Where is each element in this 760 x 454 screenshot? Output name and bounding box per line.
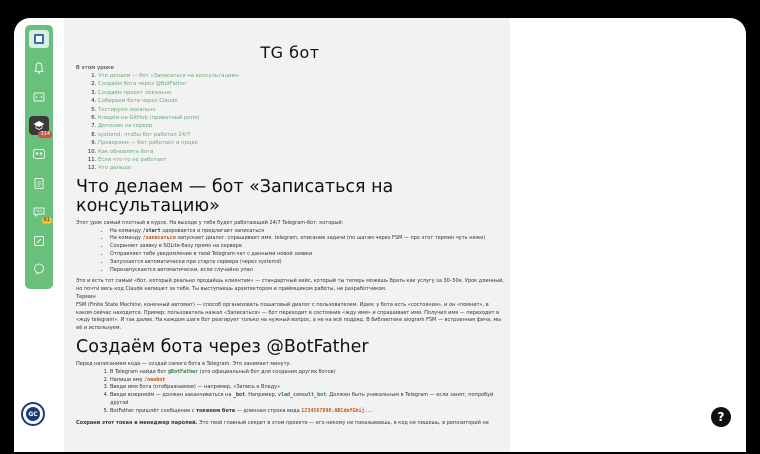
help-button[interactable]: ? — [711, 407, 731, 427]
botfather-steps: В Telegram найди бот @BotFather (это офи… — [76, 369, 504, 416]
username-code: vlad_consult_bot — [277, 392, 327, 399]
toc-heading: В этом уроке — [76, 65, 114, 71]
toc-item[interactable]: Если что-то не работает — [98, 156, 504, 164]
toc-item[interactable]: Как обновлять бота — [98, 148, 504, 156]
rail-tasks-button[interactable] — [29, 174, 49, 192]
toc-item[interactable]: Что дальше — [98, 164, 504, 172]
section-heading-botfather: Создаём бота через @BotFather — [76, 337, 369, 358]
warning-bold: Сохрани этот токен в менеджер паролей. — [76, 419, 198, 426]
token-code: 1234567890:ABCdefGhij... — [301, 407, 374, 414]
token-bold: токеном бота — [196, 407, 236, 414]
book-icon — [34, 34, 44, 45]
bell-icon — [34, 62, 44, 74]
list-item: На команду /start здоровается и предлага… — [110, 228, 504, 236]
section2-intro: Перед написанием кода — создай самого бо… — [76, 361, 292, 368]
username-code: @BotFather — [168, 368, 199, 375]
app-window: 314 61 TG бот В этом уроке Что делаем — … — [14, 18, 746, 452]
speech-bubble-icon — [34, 263, 44, 276]
list-item: BotFather пришлёт сообщение с токеном бо… — [110, 408, 504, 416]
clipboard-icon — [34, 178, 44, 190]
rail-courses-button[interactable]: 314 — [29, 116, 52, 138]
pencil-doc-icon — [34, 235, 44, 246]
list-item: Перезапускается автоматически, если случ… — [110, 267, 504, 275]
toc-item[interactable]: Проверяем — бот работает в проде — [98, 139, 504, 147]
toc-item[interactable]: Создаём бота через @BotFather — [98, 80, 504, 88]
rail-edit-button[interactable] — [29, 231, 49, 249]
rail-code-button[interactable] — [29, 88, 49, 106]
toc-item[interactable]: Создаём проект локально — [98, 89, 504, 97]
code-window-icon — [33, 92, 45, 102]
list-item: На команду /записаться запускает диалог:… — [110, 235, 504, 243]
lesson-content: TG бот В этом уроке Что делаем — бот «За… — [76, 18, 504, 427]
logo-mark: GC — [26, 407, 40, 421]
toc-item[interactable]: systemd: чтобы бот работал 24/7 — [98, 131, 504, 139]
section1-para3: FSM (Finite State Machine, конечный авто… — [76, 301, 502, 332]
list-item: Сохраняет заявку в SQLite-базу прямо на … — [110, 243, 504, 251]
school-logo[interactable]: GC — [21, 402, 45, 426]
rail-book-button[interactable] — [29, 30, 49, 49]
section1-para2: Это и есть тот самый «бот, который реаль… — [76, 278, 505, 293]
suffix-code: _bot — [232, 392, 246, 399]
term-label: Термин — [76, 294, 96, 301]
toc-item[interactable]: Собираем бота через Claude — [98, 97, 504, 105]
rail-notifications-button[interactable] — [29, 59, 49, 77]
list-item: Отправляет тебе уведомление в твой Teleg… — [110, 251, 504, 259]
toc-item[interactable]: Деплоим на сервер — [98, 122, 504, 130]
lesson-panel: TG бот В этом уроке Что делаем — бот «За… — [64, 18, 510, 452]
list-item: В Telegram найди бот @BotFather (это офи… — [110, 369, 504, 377]
sidebar-rail: 314 61 — [25, 25, 53, 289]
section1-intro: Этот урок самый плотный в курсе. На выхо… — [76, 219, 344, 226]
toc-item[interactable]: Что делаем — бот «Записаться на консульт… — [98, 72, 504, 80]
table-of-contents: Что делаем — бот «Записаться на консульт… — [76, 72, 504, 173]
page-title: TG бот — [260, 43, 320, 62]
rail-support-button[interactable] — [29, 260, 49, 278]
list-item: Запускается автоматически при старте сер… — [110, 259, 504, 267]
list-item: Напиши ему /newbot — [110, 377, 504, 385]
list-item: Введи юзернейм — должен заканчиваться на… — [110, 392, 504, 408]
command-code: /start — [142, 227, 161, 234]
feature-list: На команду /start здоровается и предлага… — [76, 228, 504, 275]
courses-badge: 314 — [38, 130, 52, 138]
rail-chat-button[interactable]: 61 — [29, 203, 52, 224]
rail-community-button[interactable] — [29, 145, 49, 163]
warning-paragraph: Сохрани этот токен в менеджер паролей. Э… — [76, 419, 489, 426]
section-heading-what: Что делаем — бот «Записаться на консульт… — [76, 176, 394, 216]
command-code: /записаться — [142, 235, 176, 242]
command-code: /newbot — [144, 376, 166, 383]
toc-item[interactable]: Кладём на GitHub (приватный репо) — [98, 114, 504, 122]
chat-badge: 61 — [41, 216, 52, 224]
toc-item[interactable]: Тестируем локально — [98, 106, 504, 114]
people-icon — [33, 149, 45, 160]
